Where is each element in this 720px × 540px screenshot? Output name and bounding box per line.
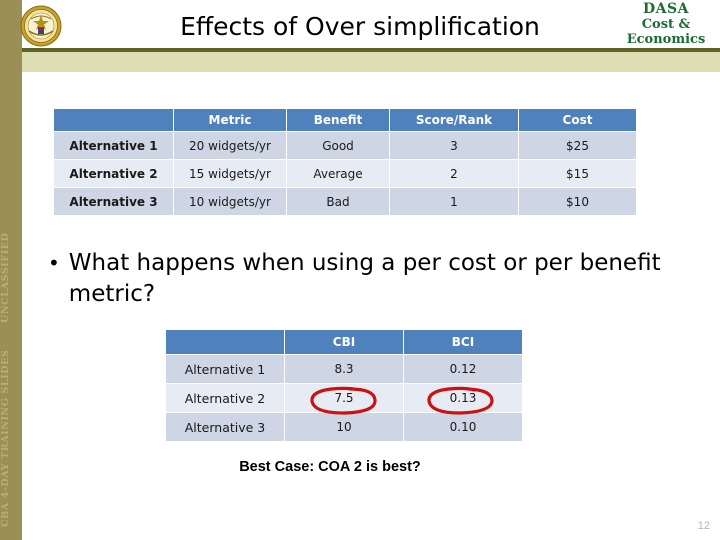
table-row: Alternative 1 20 widgets/yr Good 3 $25 <box>54 132 636 159</box>
table1-r1-score: 3 <box>390 132 518 159</box>
table2-r1-cbi: 8.3 <box>285 355 403 383</box>
table2-r1-bci: 0.12 <box>404 355 522 383</box>
table-row: Alternative 2 7.5 0.13 <box>166 384 522 412</box>
table2-r1-alternative: Alternative 1 <box>166 355 284 383</box>
table1-header-blank <box>54 109 173 131</box>
dasa-logo-line-3: Economics <box>626 32 706 47</box>
bullet-text: What happens when using a per cost or pe… <box>68 250 661 307</box>
table-row: Alternative 2 15 widgets/yr Average 2 $1… <box>54 160 636 187</box>
dasa-cost-and-economics-logo: DASA Cost & Economics <box>618 2 714 48</box>
table1-r3-metric: 10 widgets/yr <box>174 188 286 215</box>
table1-header-metric: Metric <box>174 109 286 131</box>
table-header-row: CBI BCI <box>166 330 522 354</box>
bullet-dot-icon: • <box>48 251 60 275</box>
table1-r2-metric: 15 widgets/yr <box>174 160 286 187</box>
table1-r1-benefit: Good <box>287 132 389 159</box>
table2-header-blank <box>166 330 284 354</box>
slide-canvas: UNCLASSIFIED CBA 4-DAY TRAINING SLIDES E… <box>0 0 720 540</box>
table2-r2-alternative: Alternative 2 <box>166 384 284 412</box>
table-row: Alternative 1 8.3 0.12 <box>166 355 522 383</box>
table2-r3-cbi: 10 <box>285 413 403 441</box>
table2-header-cbi: CBI <box>285 330 403 354</box>
table2-header-bci: BCI <box>404 330 522 354</box>
list-item: • What happens when using a per cost or … <box>48 248 666 310</box>
table1-r2-benefit: Average <box>287 160 389 187</box>
table1-r2-cost: $15 <box>519 160 636 187</box>
table1-r3-alternative: Alternative 3 <box>54 188 173 215</box>
table-row: Alternative 3 10 widgets/yr Bad 1 $10 <box>54 188 636 215</box>
table1-header-score-rank: Score/Rank <box>390 109 518 131</box>
table1-r2-score: 2 <box>390 160 518 187</box>
classification-label-bottom: CBA 4-DAY TRAINING SLIDES <box>0 349 11 527</box>
table1-r3-cost: $10 <box>519 188 636 215</box>
table-header-row: Metric Benefit Score/Rank Cost <box>54 109 636 131</box>
dasa-logo-line-2: Cost & <box>641 17 691 32</box>
page-number: 12 <box>697 520 710 532</box>
header-accent-band <box>22 52 720 72</box>
cbi-bci-table: CBI BCI Alternative 1 8.3 0.12 Alternati… <box>165 329 523 442</box>
table1-r2-alternative: Alternative 2 <box>54 160 173 187</box>
classification-label-top: UNCLASSIFIED <box>0 232 11 324</box>
table1-r1-alternative: Alternative 1 <box>54 132 173 159</box>
table2-r2-cbi: 7.5 <box>285 384 403 412</box>
slide-title: Effects of Over simplification <box>180 12 540 41</box>
dasa-logo-line-1: DASA <box>643 1 689 17</box>
table1-header-benefit: Benefit <box>287 109 389 131</box>
table2-r3-alternative: Alternative 3 <box>166 413 284 441</box>
table-row: Alternative 3 10 0.10 <box>166 413 522 441</box>
table1-r3-score: 1 <box>390 188 518 215</box>
table1-r1-cost: $25 <box>519 132 636 159</box>
department-of-the-army-seal-icon <box>20 5 62 47</box>
table1-r3-benefit: Bad <box>287 188 389 215</box>
table1-r1-metric: 20 widgets/yr <box>174 132 286 159</box>
alternatives-metric-table: Metric Benefit Score/Rank Cost Alternati… <box>53 108 637 216</box>
table1-header-cost: Cost <box>519 109 636 131</box>
table2-r3-bci: 0.10 <box>404 413 522 441</box>
bullet-list: • What happens when using a per cost or … <box>48 248 666 310</box>
table2-r2-bci: 0.13 <box>404 384 522 412</box>
best-case-caption: Best Case: COA 2 is best? <box>239 459 421 475</box>
